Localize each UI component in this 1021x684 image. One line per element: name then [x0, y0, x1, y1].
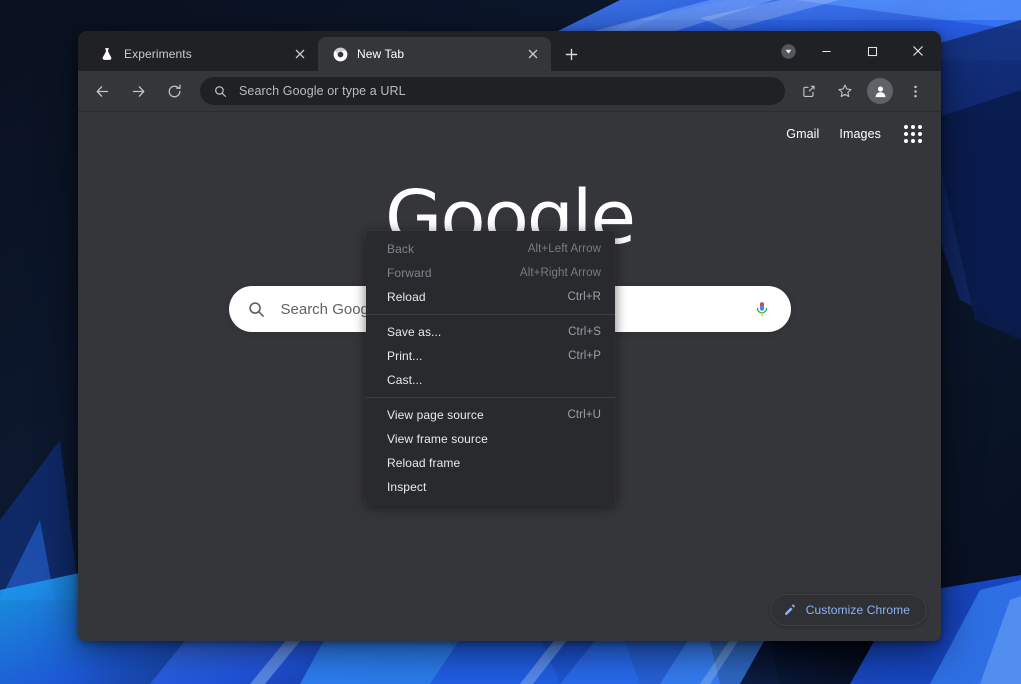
- menu-item-shortcut: Ctrl+R: [567, 291, 601, 303]
- menu-item-label: Reload frame: [387, 456, 461, 470]
- google-apps-icon[interactable]: [901, 122, 925, 146]
- context-menu-item-forward[interactable]: Forward Alt+Right Arrow: [366, 261, 615, 285]
- customize-chrome-button[interactable]: Customize Chrome: [769, 594, 927, 626]
- tab-new-tab[interactable]: New Tab: [318, 37, 551, 71]
- browser-toolbar: Search Google or type a URL: [78, 71, 941, 112]
- search-icon: [212, 83, 228, 99]
- toolbar-actions: [791, 76, 933, 106]
- context-menu-group: Save as... Ctrl+S Print... Ctrl+P Cast..…: [366, 320, 615, 392]
- menu-item-label: View page source: [387, 408, 484, 422]
- menu-item-label: Inspect: [387, 480, 427, 494]
- maximize-button[interactable]: [849, 35, 895, 68]
- minimize-button[interactable]: [803, 35, 849, 68]
- images-link[interactable]: Images: [839, 127, 881, 141]
- context-menu-group: Back Alt+Left Arrow Forward Alt+Right Ar…: [366, 237, 615, 309]
- tab-strip: Experiments New Tab: [78, 31, 941, 71]
- menu-item-label: View frame source: [387, 432, 488, 446]
- chrome-logo-icon: [332, 46, 348, 62]
- new-tab-button[interactable]: [557, 40, 585, 68]
- context-menu-item-inspect[interactable]: Inspect: [366, 475, 615, 499]
- context-menu-item-back[interactable]: Back Alt+Left Arrow: [366, 237, 615, 261]
- menu-item-shortcut: Ctrl+U: [567, 409, 601, 421]
- context-menu-item-save-as[interactable]: Save as... Ctrl+S: [366, 320, 615, 344]
- menu-separator: [366, 314, 615, 315]
- chrome-menu-icon[interactable]: [900, 76, 930, 106]
- forward-icon[interactable]: [123, 76, 153, 106]
- tab-close-button[interactable]: [290, 44, 310, 64]
- microphone-icon[interactable]: [751, 298, 773, 320]
- page-context-menu: Back Alt+Left Arrow Forward Alt+Right Ar…: [366, 231, 615, 505]
- context-menu-group: View page source Ctrl+U View frame sourc…: [366, 403, 615, 499]
- menu-item-label: Print...: [387, 349, 423, 363]
- context-menu-item-view-page-source[interactable]: View page source Ctrl+U: [366, 403, 615, 427]
- reload-icon[interactable]: [159, 76, 189, 106]
- tab-close-button[interactable]: [523, 44, 543, 64]
- address-bar-placeholder: Search Google or type a URL: [239, 84, 406, 98]
- address-bar[interactable]: Search Google or type a URL: [200, 77, 785, 105]
- search-icon: [247, 299, 267, 319]
- menu-item-shortcut: Alt+Right Arrow: [519, 267, 601, 279]
- menu-item-label: Forward: [387, 266, 432, 280]
- circle-badge-icon[interactable]: [773, 31, 803, 71]
- menu-item-label: Cast...: [387, 373, 423, 387]
- context-menu-item-reload[interactable]: Reload Ctrl+R: [366, 285, 615, 309]
- menu-item-shortcut: Ctrl+P: [568, 350, 601, 362]
- profile-avatar[interactable]: [867, 78, 893, 104]
- chrome-browser-window: Experiments New Tab Search Google or typ…: [78, 31, 941, 641]
- context-menu-item-view-frame-source[interactable]: View frame source: [366, 427, 615, 451]
- close-button[interactable]: [895, 35, 941, 68]
- menu-item-label: Back: [387, 242, 415, 256]
- tab-title: Experiments: [124, 47, 192, 61]
- new-tab-page: Gmail Images Google Search Google or typ…: [78, 112, 941, 640]
- tab-title: New Tab: [357, 47, 405, 61]
- menu-item-label: Save as...: [387, 325, 442, 339]
- flask-icon: [99, 46, 115, 62]
- window-controls: [773, 31, 941, 71]
- bookmark-star-icon[interactable]: [830, 76, 860, 106]
- menu-item-shortcut: Alt+Left Arrow: [527, 243, 601, 255]
- pencil-icon: [783, 603, 797, 617]
- tab-experiments[interactable]: Experiments: [85, 37, 318, 71]
- ntp-top-links: Gmail Images: [786, 122, 925, 146]
- customize-chrome-label: Customize Chrome: [805, 603, 910, 617]
- context-menu-item-cast[interactable]: Cast...: [366, 368, 615, 392]
- context-menu-item-print[interactable]: Print... Ctrl+P: [366, 344, 615, 368]
- menu-separator: [366, 397, 615, 398]
- context-menu-item-reload-frame[interactable]: Reload frame: [366, 451, 615, 475]
- menu-item-label: Reload: [387, 290, 426, 304]
- share-icon[interactable]: [794, 76, 824, 106]
- gmail-link[interactable]: Gmail: [786, 127, 819, 141]
- back-icon[interactable]: [87, 76, 117, 106]
- menu-item-shortcut: Ctrl+S: [568, 326, 601, 338]
